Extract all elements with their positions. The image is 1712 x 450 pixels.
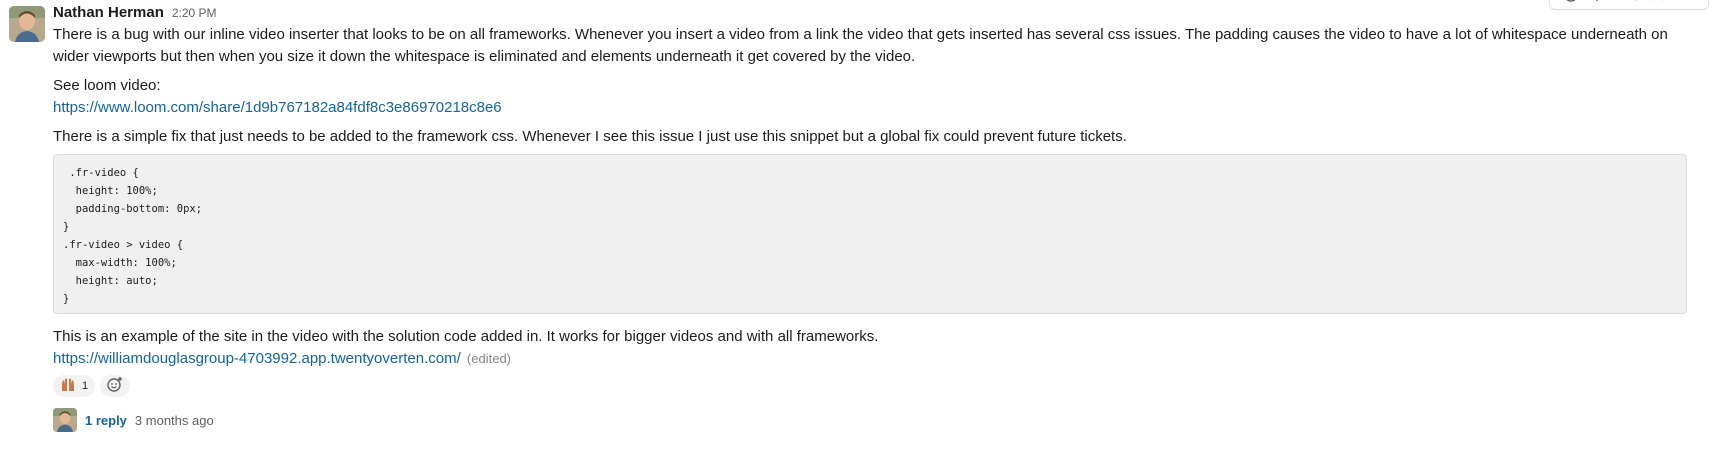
code-block: .fr-video { height: 100%; padding-bottom… [53, 154, 1687, 314]
share-message-icon[interactable] [1619, 0, 1639, 7]
loom-video-link[interactable]: https://www.loom.com/share/1d9b767182a84… [53, 99, 502, 116]
reply-count-link[interactable]: 1 reply [85, 413, 127, 428]
last-reply-time: 3 months ago [134, 412, 214, 428]
message-body: There is a bug with our inline video ins… [53, 24, 1698, 370]
message: Nathan Herman 2:20 PM There is a bug wit… [0, 0, 1712, 450]
edited-label: (edited) [466, 351, 511, 366]
site-link-line: https://williamdouglasgroup-4703992.app.… [53, 348, 1698, 370]
emoji-reaction-icon[interactable] [1561, 0, 1581, 7]
reaction-count: 1 [82, 380, 89, 392]
message-paragraph: There is a bug with our inline video ins… [53, 26, 1668, 65]
add-reaction-button[interactable] [100, 375, 131, 397]
reply-avatar [53, 408, 77, 432]
more-actions-icon[interactable] [1677, 0, 1697, 7]
reply-in-thread-icon[interactable] [1590, 0, 1610, 7]
message-paragraph: See loom video: [53, 77, 161, 94]
message-paragraph: This is an example of the site in the vi… [53, 328, 879, 345]
bookmark-icon[interactable] [1648, 0, 1668, 7]
reactions-bar: 1 [53, 375, 131, 397]
loom-link-line: https://www.loom.com/share/1d9b767182a84… [53, 97, 1698, 119]
message-actions-toolbar [1549, 0, 1709, 10]
add-emoji-icon [106, 376, 124, 397]
message-timestamp[interactable]: 2:20 PM [172, 6, 217, 20]
avatar[interactable] [9, 6, 45, 42]
site-link[interactable]: https://williamdouglasgroup-4703992.app.… [53, 350, 461, 367]
raised-hands-icon [60, 378, 76, 395]
reaction-pill[interactable]: 1 [53, 375, 96, 397]
message-header: Nathan Herman 2:20 PM [53, 4, 217, 26]
thread-summary[interactable]: 1 reply 3 months ago [53, 408, 214, 432]
author-name[interactable]: Nathan Herman [53, 4, 164, 21]
message-paragraph: There is a simple fix that just needs to… [53, 128, 1127, 145]
